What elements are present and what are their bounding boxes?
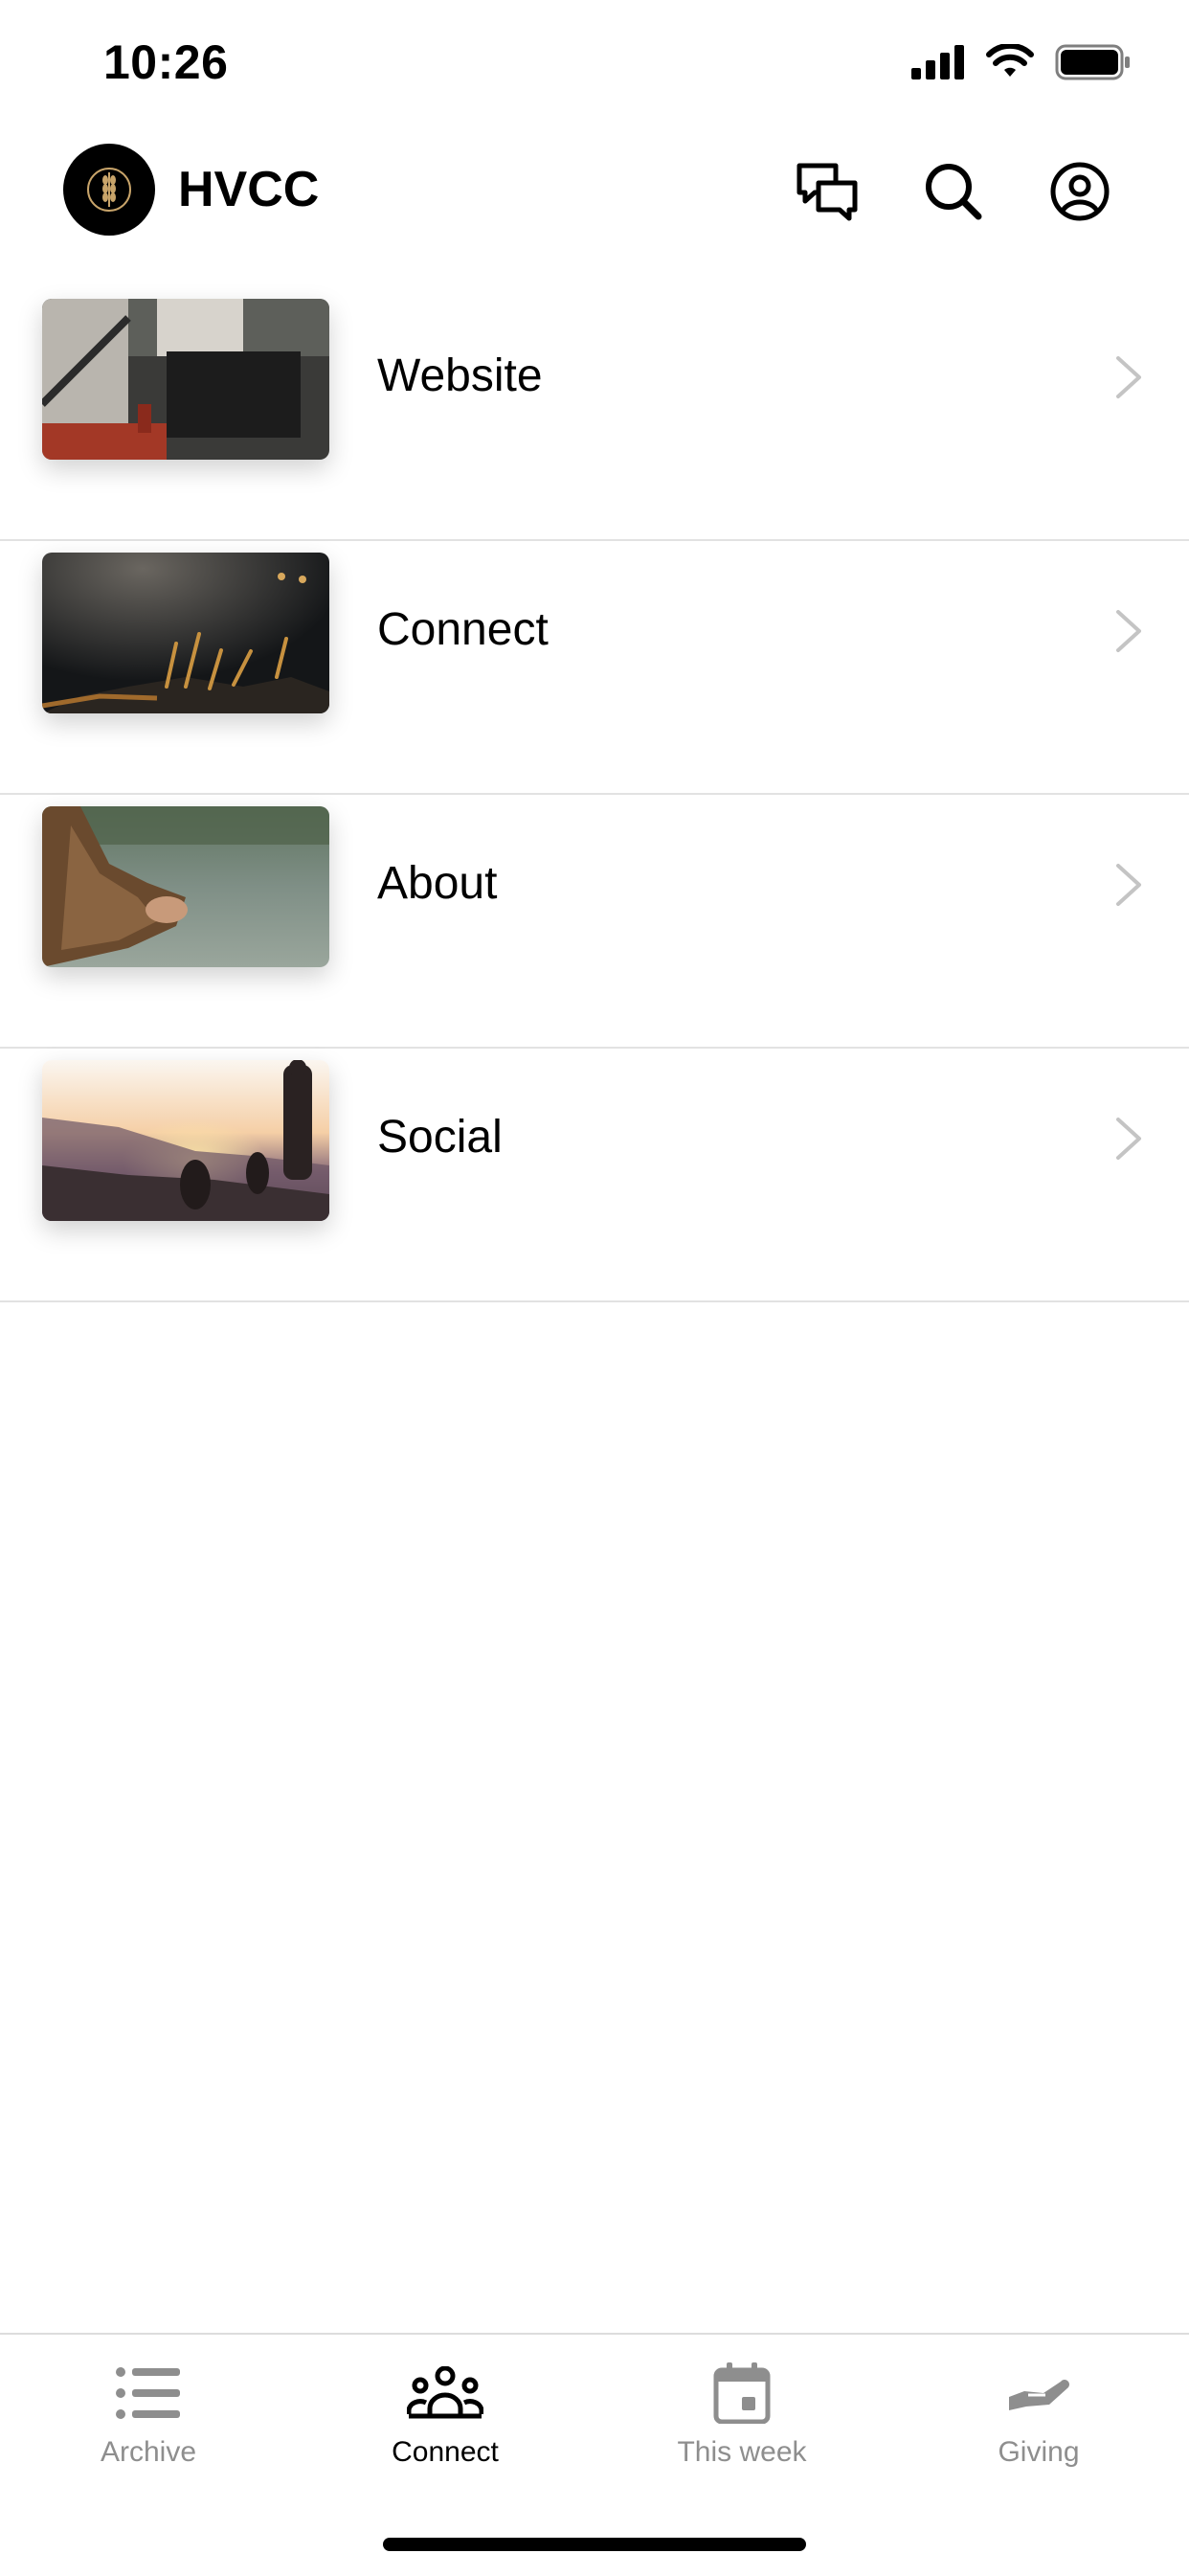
list-item-label: Website <box>377 350 543 401</box>
church-logo[interactable] <box>63 144 155 236</box>
tab-giving[interactable]: Giving <box>890 2360 1187 2474</box>
profile-button[interactable] <box>1045 157 1114 226</box>
user-profile-icon <box>1050 162 1110 221</box>
people-icon <box>407 2366 483 2419</box>
list-icon <box>116 2367 180 2419</box>
chevron-right-icon <box>1116 1118 1141 1160</box>
list-item-label: Connect <box>377 604 549 655</box>
chat-button[interactable] <box>793 157 862 226</box>
app-title: HVCC <box>178 162 320 217</box>
tab-label: This week <box>677 2436 807 2468</box>
home-indicator <box>383 2538 806 2551</box>
search-icon <box>926 164 982 220</box>
search-button[interactable] <box>919 157 988 226</box>
cellular-signal-icon <box>911 45 964 79</box>
header: HVCC <box>0 134 1189 287</box>
tab-label: Connect <box>392 2436 499 2468</box>
list-item-website[interactable]: Website <box>0 287 1189 541</box>
connect-thumbnail <box>42 553 329 713</box>
battery-icon <box>1055 44 1130 80</box>
social-thumbnail <box>42 1060 329 1221</box>
status-time: 10:26 <box>103 35 229 89</box>
list-item-label: Social <box>377 1112 503 1163</box>
status-bar: 10:26 <box>0 0 1189 134</box>
giving-hand-icon <box>1009 2380 1069 2410</box>
tab-connect[interactable]: Connect <box>297 2360 594 2474</box>
tab-this-week[interactable]: This week <box>594 2360 890 2474</box>
wifi-icon <box>986 44 1034 77</box>
link-list: Website Connect About Social <box>0 287 1189 1302</box>
status-icons <box>911 44 1132 80</box>
chevron-right-icon <box>1116 864 1141 906</box>
tab-archive[interactable]: Archive <box>0 2360 297 2474</box>
chevron-right-icon <box>1116 610 1141 652</box>
tab-label: Giving <box>998 2436 1080 2468</box>
chevron-right-icon <box>1116 356 1141 398</box>
chat-bubbles-icon <box>796 163 858 221</box>
about-thumbnail <box>42 806 329 967</box>
website-thumbnail <box>42 299 329 460</box>
tab-label: Archive <box>100 2436 197 2468</box>
list-item-about[interactable]: About <box>0 795 1189 1049</box>
list-item-connect[interactable]: Connect <box>0 541 1189 795</box>
calendar-icon <box>713 2362 771 2424</box>
list-item-label: About <box>377 858 498 909</box>
wheat-logo-icon <box>87 168 131 212</box>
list-item-social[interactable]: Social <box>0 1049 1189 1302</box>
